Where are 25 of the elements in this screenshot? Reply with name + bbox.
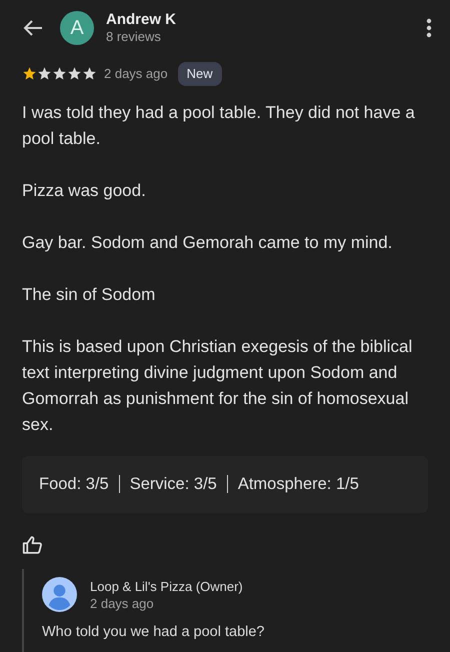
review-paragraph: The sin of Sodom [22,284,156,306]
reply-time: 2 days ago [90,594,155,612]
new-badge: New [178,62,222,86]
review-paragraph: I was told they had a pool table. They did not have a pool table. [22,102,416,150]
rating-text: Service: 3/5 [130,474,217,495]
star-icon [52,66,67,82]
reviewer-name: Andrew K [106,11,178,29]
avatar: A [60,11,94,45]
review-paragraph: This is based upon Christian exegesis of the biblical text interpreting divine judgment upon Sodom and Gomorrah as punishment for the sin of homosexual sex. [22,336,414,436]
review-paragraph: Pizza was good. [22,180,147,202]
rating-text: Atmosphere: 1/5 [238,474,359,495]
review-count: 8 reviews [106,29,162,45]
review-paragraph: Gay bar. Sodom and Gemorah came to my mind. [22,232,394,254]
more-options-icon[interactable] [426,18,432,38]
owner-name: Loop & Lil's Pizza (Owner) [90,578,243,595]
star-icon [82,66,97,82]
review-time: 2 days ago [104,65,168,83]
thumbs-up-icon[interactable] [22,535,43,556]
avatar-icon [42,577,77,612]
star-icon [22,66,37,82]
star-icon [37,66,52,82]
star-icon [67,66,82,82]
rating-text: Food: 3/5 [39,474,109,495]
back-arrow-icon[interactable] [22,18,44,38]
reply-text: Who told you we had a pool table? [42,623,266,642]
